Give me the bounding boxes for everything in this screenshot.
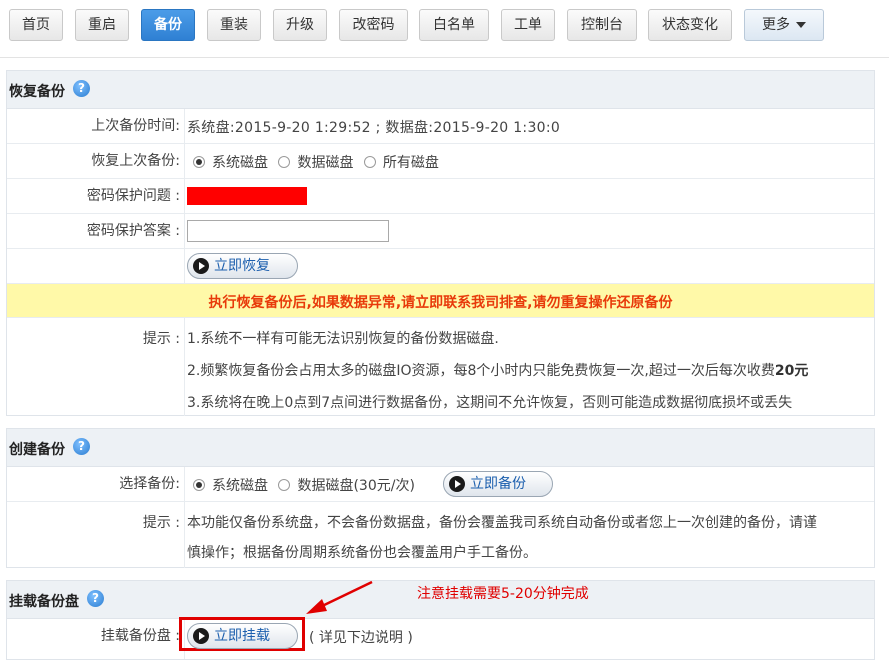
mount-label: 挂载备份盘 :: [7, 619, 185, 659]
nav-more-label: 更多: [762, 17, 790, 33]
restore-fee-amount: 20元: [774, 363, 809, 379]
radio-selected-icon[interactable]: [193, 479, 205, 491]
caret-down-icon: [796, 22, 806, 28]
restore-tip-2: 2.频繁恢复备份会占用太多的磁盘IO资源，每8个小时内只能免费恢复一次,超过一次…: [187, 360, 808, 380]
restore-tip-label: 提示 :: [7, 318, 185, 416]
question-circle-icon[interactable]: ?: [87, 590, 104, 607]
nav-status-change-button[interactable]: 状态变化: [648, 9, 732, 41]
restore-last-label: 恢复上次备份:: [7, 144, 185, 178]
play-circle-icon: [449, 476, 465, 492]
nav-upgrade-button[interactable]: 升级: [273, 9, 327, 41]
nav-change-password-button[interactable]: 改密码: [339, 9, 408, 41]
create-option-system-label: 系统磁盘: [212, 478, 268, 494]
restore-last-row: 恢复上次备份: 系统磁盘 数据磁盘 所有磁盘: [7, 144, 874, 179]
nav-whitelist-button[interactable]: 白名单: [419, 9, 489, 41]
question-circle-icon[interactable]: ?: [73, 438, 90, 455]
mount-annotation-text: 注意挂载需要5-20分钟完成: [417, 586, 589, 602]
create-tip-line-1: 本功能仅备份系统盘，不会备份数据盘，备份会覆盖我司系统自动备份或者您上一次创建的…: [187, 515, 817, 531]
mount-panel-title: 挂载备份盘: [9, 594, 79, 610]
create-disk-options: 系统磁盘 数据磁盘(30元/次): [193, 475, 421, 495]
radio-icon[interactable]: [278, 479, 291, 491]
nav-backup-button[interactable]: 备份: [141, 9, 195, 41]
restore-now-label: 立即恢复: [214, 258, 270, 274]
mount-row: 挂载备份盘 : 立即挂载 ( 详见下边说明 ): [7, 617, 874, 659]
restore-tips-row: 提示 : 1.系统不一样有可能无法识别恢复的备份数据磁盘. 2.频繁恢复备份会占…: [7, 318, 874, 416]
play-circle-icon: [193, 258, 209, 274]
mount-now-label: 立即挂载: [214, 628, 270, 644]
nav-restart-button[interactable]: 重启: [75, 9, 129, 41]
nav-console-button[interactable]: 控制台: [567, 9, 637, 41]
restore-option-data[interactable]: 数据磁盘: [278, 152, 353, 172]
backup-now-label: 立即备份: [470, 476, 526, 492]
mount-note: ( 详见下边说明 ): [309, 630, 413, 646]
create-tip-row: 提示 : 本功能仅备份系统盘，不会备份数据盘，备份会覆盖我司系统自动备份或者您上…: [7, 502, 874, 568]
restore-button-row: 立即恢复: [7, 249, 874, 284]
restore-disk-options: 系统磁盘 数据磁盘 所有磁盘: [193, 152, 445, 172]
last-backup-row: 上次备份时间: 系统盘:2015-9-20 1:29:52 ; 数据盘:2015…: [7, 109, 874, 144]
restore-backup-panel: 恢复备份 ? 上次备份时间: 系统盘:2015-9-20 1:29:52 ; 数…: [6, 70, 875, 416]
radio-icon[interactable]: [278, 156, 291, 168]
nav-more-dropdown[interactable]: 更多: [744, 9, 824, 41]
radio-icon[interactable]: [363, 156, 376, 168]
security-answer-input[interactable]: [187, 220, 389, 242]
create-option-system[interactable]: 系统磁盘: [193, 475, 268, 495]
last-backup-label: 上次备份时间:: [7, 109, 185, 143]
create-backup-panel: 创建备份 ? 选择备份: 系统磁盘 数据磁盘(30元/次) 立即备份 提示 : …: [6, 428, 875, 568]
create-option-data[interactable]: 数据磁盘(30元/次): [278, 475, 415, 495]
restore-panel-title: 恢复备份: [9, 84, 65, 100]
create-tip-label: 提示 :: [7, 502, 185, 568]
nav-reinstall-button[interactable]: 重装: [207, 9, 261, 41]
create-tip-line-2: 慎操作；根据备份周期系统备份也会覆盖用户手工备份。: [187, 545, 537, 561]
question-row: 密码保护问题 :: [7, 179, 874, 214]
question-circle-icon[interactable]: ?: [73, 80, 90, 97]
restore-button-row-label: [7, 249, 185, 283]
security-question-redacted: [187, 187, 307, 205]
restore-option-data-label: 数据磁盘: [297, 155, 354, 171]
nav-home-button[interactable]: 首页: [9, 9, 63, 41]
restore-warning-row: 执行恢复备份后,如果数据异常,请立即联系我司排查,请勿重复操作还原备份: [7, 284, 874, 318]
create-select-label: 选择备份:: [7, 467, 185, 501]
nav-ticket-button[interactable]: 工单: [501, 9, 555, 41]
answer-label: 密码保护答案 :: [7, 214, 185, 248]
restore-panel-header: 恢复备份 ?: [7, 71, 874, 109]
backup-now-button[interactable]: 立即备份: [443, 471, 553, 497]
create-option-data-label: 数据磁盘(30元/次): [297, 478, 415, 494]
mount-now-button[interactable]: 立即挂载: [187, 623, 298, 649]
play-circle-icon: [193, 628, 209, 644]
top-nav: 首页 重启 备份 重装 升级 改密码 白名单 工单 控制台 状态变化 更多: [0, 0, 889, 58]
restore-option-all[interactable]: 所有磁盘: [363, 152, 439, 172]
restore-tip-2-text: 2.频繁恢复备份会占用太多的磁盘IO资源，每8个小时内只能免费恢复一次,超过一次…: [187, 363, 775, 379]
answer-row: 密码保护答案 :: [7, 214, 874, 249]
create-panel-title: 创建备份: [9, 442, 65, 458]
restore-tip-1: 1.系统不一样有可能无法识别恢复的备份数据磁盘.: [187, 331, 499, 347]
restore-option-system-label: 系统磁盘: [212, 155, 268, 171]
restore-option-system[interactable]: 系统磁盘: [193, 152, 268, 172]
radio-selected-icon[interactable]: [193, 156, 205, 168]
create-select-row: 选择备份: 系统磁盘 数据磁盘(30元/次) 立即备份: [7, 467, 874, 502]
restore-warning-text: 执行恢复备份后,如果数据异常,请立即联系我司排查,请勿重复操作还原备份: [208, 295, 673, 311]
last-backup-value: 系统盘:2015-9-20 1:29:52 ; 数据盘:2015-9-20 1:…: [187, 120, 561, 136]
restore-option-all-label: 所有磁盘: [382, 155, 439, 171]
question-label: 密码保护问题 :: [7, 179, 185, 213]
restore-now-button[interactable]: 立即恢复: [187, 253, 298, 279]
restore-tip-3: 3.系统将在晚上0点到7点间进行数据备份，这期间不允许恢复，否则可能造成数据彻底…: [187, 395, 793, 411]
create-panel-header: 创建备份 ?: [7, 429, 874, 467]
